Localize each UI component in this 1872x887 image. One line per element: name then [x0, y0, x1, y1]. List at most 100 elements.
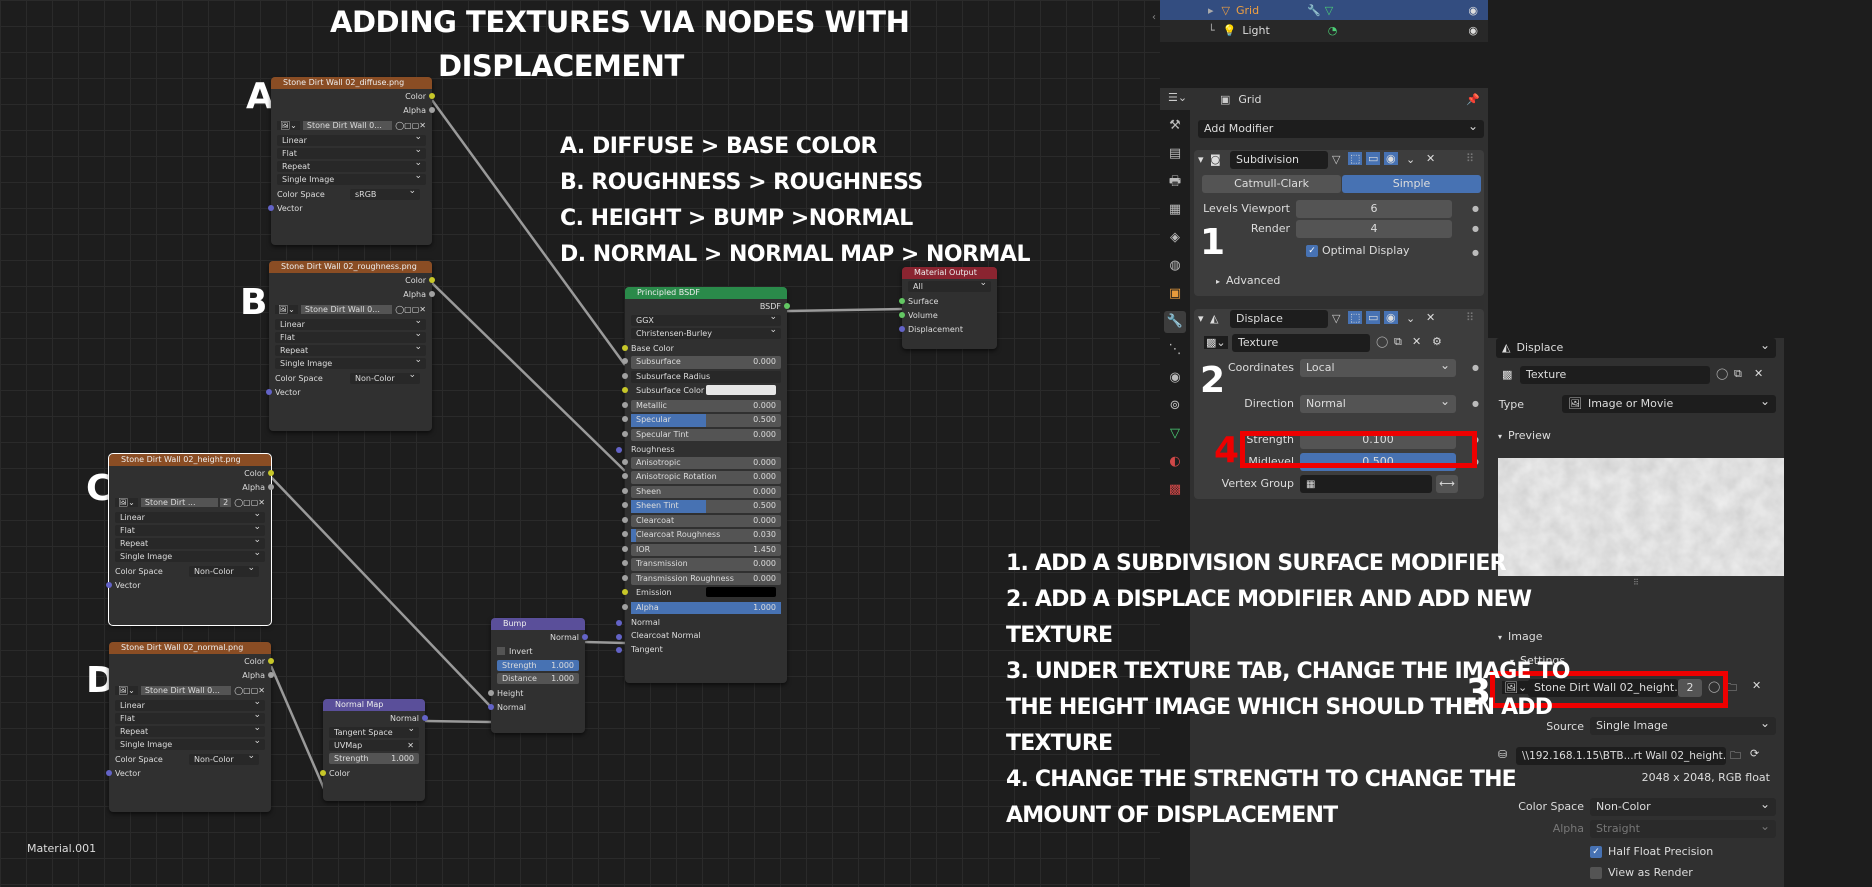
outliner-item-light[interactable]: └ 💡 Light ◔ ◉	[1160, 20, 1488, 40]
fake-user-icon[interactable]: ◯	[1716, 367, 1728, 380]
edit-mode-icon[interactable]: ▽	[1332, 153, 1340, 166]
bsdf-input-field[interactable]: Emission	[622, 587, 781, 600]
vertex-group-field[interactable]: ▦	[1300, 475, 1432, 493]
texture-context-dropdown[interactable]: ◭ Displace	[1496, 338, 1776, 358]
bsdf-input-field[interactable]: Subsurface 0.000	[622, 356, 781, 369]
socket[interactable]	[429, 291, 435, 297]
bsdf-input-field[interactable]: Transmission 0.000	[622, 558, 781, 571]
socket[interactable]	[622, 416, 628, 422]
simple-button[interactable]: Simple	[1342, 175, 1481, 193]
material-output-node[interactable]: Material Output All Surface Volume Displ…	[899, 267, 997, 349]
image-texture-node-height[interactable]: Stone Dirt Wall 02_height.png Color Alph…	[106, 453, 274, 626]
bsdf-input-field[interactable]: Anisotropic Rotation 0.000	[622, 471, 781, 484]
chevron-down-icon[interactable]: ⌄	[1406, 312, 1415, 325]
image-selector[interactable]: 🖼⌄ Stone Dirt Wall 0... ◯▢▢✕	[271, 117, 432, 133]
viewport-icon[interactable]: ▭	[1366, 311, 1381, 324]
viewport-icon[interactable]: ▭	[1366, 152, 1381, 165]
coordinates-dropdown[interactable]: Local	[1300, 359, 1456, 377]
socket[interactable]	[622, 372, 628, 379]
optimal-display-checkbox[interactable]: ✓ Optimal Display	[1306, 244, 1410, 257]
source-dropdown[interactable]: Single Image	[277, 171, 426, 185]
view-layer-tab-icon[interactable]: ▦	[1164, 199, 1186, 221]
socket[interactable]	[616, 647, 622, 653]
edit-mode-icon[interactable]: ▽	[1332, 312, 1340, 325]
socket[interactable]	[268, 470, 274, 476]
add-modifier-dropdown[interactable]: Add Modifier	[1198, 120, 1484, 138]
modifier-tab-icon[interactable]: 🔧	[1164, 311, 1186, 333]
drag-handle-icon[interactable]: ⠿	[1466, 311, 1474, 324]
physics-tab-icon[interactable]: ◉	[1164, 367, 1186, 389]
particles-tab-icon[interactable]: ⋱	[1164, 339, 1186, 361]
editor-type-icon[interactable]: ☰⌄	[1168, 91, 1187, 104]
render-camera-icon[interactable]: ◉	[1384, 311, 1398, 324]
socket[interactable]	[622, 589, 628, 595]
interpolation-dropdown[interactable]: Linear	[277, 132, 426, 146]
color-space-dropdown[interactable]: Non-Color	[350, 370, 420, 384]
extension-dropdown[interactable]: Repeat	[115, 723, 265, 737]
node-editor[interactable]: ADDING TEXTURES VIA NODES WITH DISPLACEM…	[0, 0, 1160, 887]
space-dropdown[interactable]: Tangent Space	[329, 724, 419, 738]
socket[interactable]	[488, 704, 494, 710]
bsdf-input-field[interactable]: Transmission Roughness 0.000	[622, 572, 781, 585]
socket[interactable]	[622, 574, 628, 581]
distance-field[interactable]: Distance 1.000	[497, 673, 579, 684]
socket[interactable]	[622, 345, 628, 351]
texture-tab-icon[interactable]: ▩	[1164, 479, 1186, 501]
source-dropdown[interactable]: Single Image	[275, 355, 426, 369]
catmull-clark-button[interactable]: Catmull-Clark	[1202, 175, 1341, 193]
target-dropdown[interactable]: All	[908, 278, 991, 292]
close-icon[interactable]: ✕	[1426, 152, 1435, 165]
fake-user-icon[interactable]: ◯	[1708, 680, 1720, 693]
socket[interactable]	[784, 303, 790, 309]
projection-dropdown[interactable]: Flat	[115, 710, 265, 724]
socket[interactable]	[622, 603, 628, 610]
strength-field[interactable]: 0.100	[1300, 431, 1456, 449]
bsdf-input-field[interactable]: Subsurface Radius	[622, 370, 781, 383]
chevron-down-icon[interactable]: ⌄	[1406, 153, 1415, 166]
strength-field[interactable]: Strength 1.000	[329, 753, 419, 764]
socket[interactable]	[899, 312, 905, 318]
socket[interactable]	[106, 770, 112, 776]
socket[interactable]	[616, 633, 622, 640]
bsdf-input-field[interactable]: Alpha 1.000	[622, 601, 781, 614]
levels-viewport-field[interactable]: 6	[1296, 200, 1452, 218]
drag-handle-icon[interactable]: ⠿	[1466, 152, 1474, 165]
socket[interactable]	[622, 502, 628, 508]
texture-browse-icon[interactable]: ▩	[1502, 368, 1512, 381]
socket[interactable]	[266, 389, 272, 395]
bsdf-input-field[interactable]: Sheen 0.000	[622, 485, 781, 498]
socket[interactable]	[622, 387, 628, 393]
socket[interactable]	[622, 531, 628, 537]
socket[interactable]	[622, 473, 628, 479]
unlink-icon[interactable]: ✕	[1754, 367, 1763, 380]
image-selector[interactable]: 🖼⌄ Stone Dirt Wall 0... ◯▢▢✕	[109, 682, 271, 698]
render-camera-icon[interactable]: ◉	[1384, 152, 1398, 165]
interpolation-dropdown[interactable]: Linear	[115, 509, 265, 523]
interpolation-dropdown[interactable]: Linear	[275, 316, 426, 330]
advanced-subpanel[interactable]: ▸ Advanced	[1216, 274, 1280, 287]
image-texture-node-roughness[interactable]: Stone Dirt Wall 02_roughness.png Color A…	[266, 261, 435, 431]
render-levels-field[interactable]: 4	[1296, 220, 1452, 238]
socket[interactable]	[429, 277, 435, 283]
socket[interactable]	[622, 458, 628, 465]
socket[interactable]	[622, 358, 628, 364]
projection-dropdown[interactable]: Flat	[275, 329, 426, 343]
constraints-tab-icon[interactable]: ⊚	[1164, 395, 1186, 417]
pin-icon[interactable]: 📌	[1466, 93, 1480, 106]
image-texture-node-diffuse[interactable]: Stone Dirt Wall 02_diffuse.png Color Alp…	[268, 77, 435, 245]
bsdf-input-field[interactable]: Clearcoat 0.000	[622, 514, 781, 527]
midlevel-field[interactable]: 0.500	[1300, 453, 1456, 471]
distribution-dropdown[interactable]: GGX	[631, 312, 781, 326]
bsdf-input-field[interactable]: Specular 0.500	[622, 414, 781, 427]
data-tab-icon[interactable]: ▽	[1164, 423, 1186, 445]
visibility-eye-icon[interactable]: ◉	[1468, 24, 1478, 37]
preview-subpanel-header[interactable]: ▾ Preview	[1498, 429, 1551, 442]
fake-user-icon[interactable]: ◯	[1376, 335, 1388, 348]
color-space-dropdown[interactable]: Non-Color	[1590, 798, 1776, 816]
socket[interactable]	[488, 690, 494, 696]
socket[interactable]	[429, 93, 435, 99]
texture-browse-icon[interactable]: ▩⌄	[1204, 336, 1228, 349]
view-as-render-checkbox[interactable]: View as Render	[1590, 866, 1693, 879]
socket[interactable]	[422, 715, 428, 721]
material-tab-icon[interactable]: ◐	[1164, 451, 1186, 473]
